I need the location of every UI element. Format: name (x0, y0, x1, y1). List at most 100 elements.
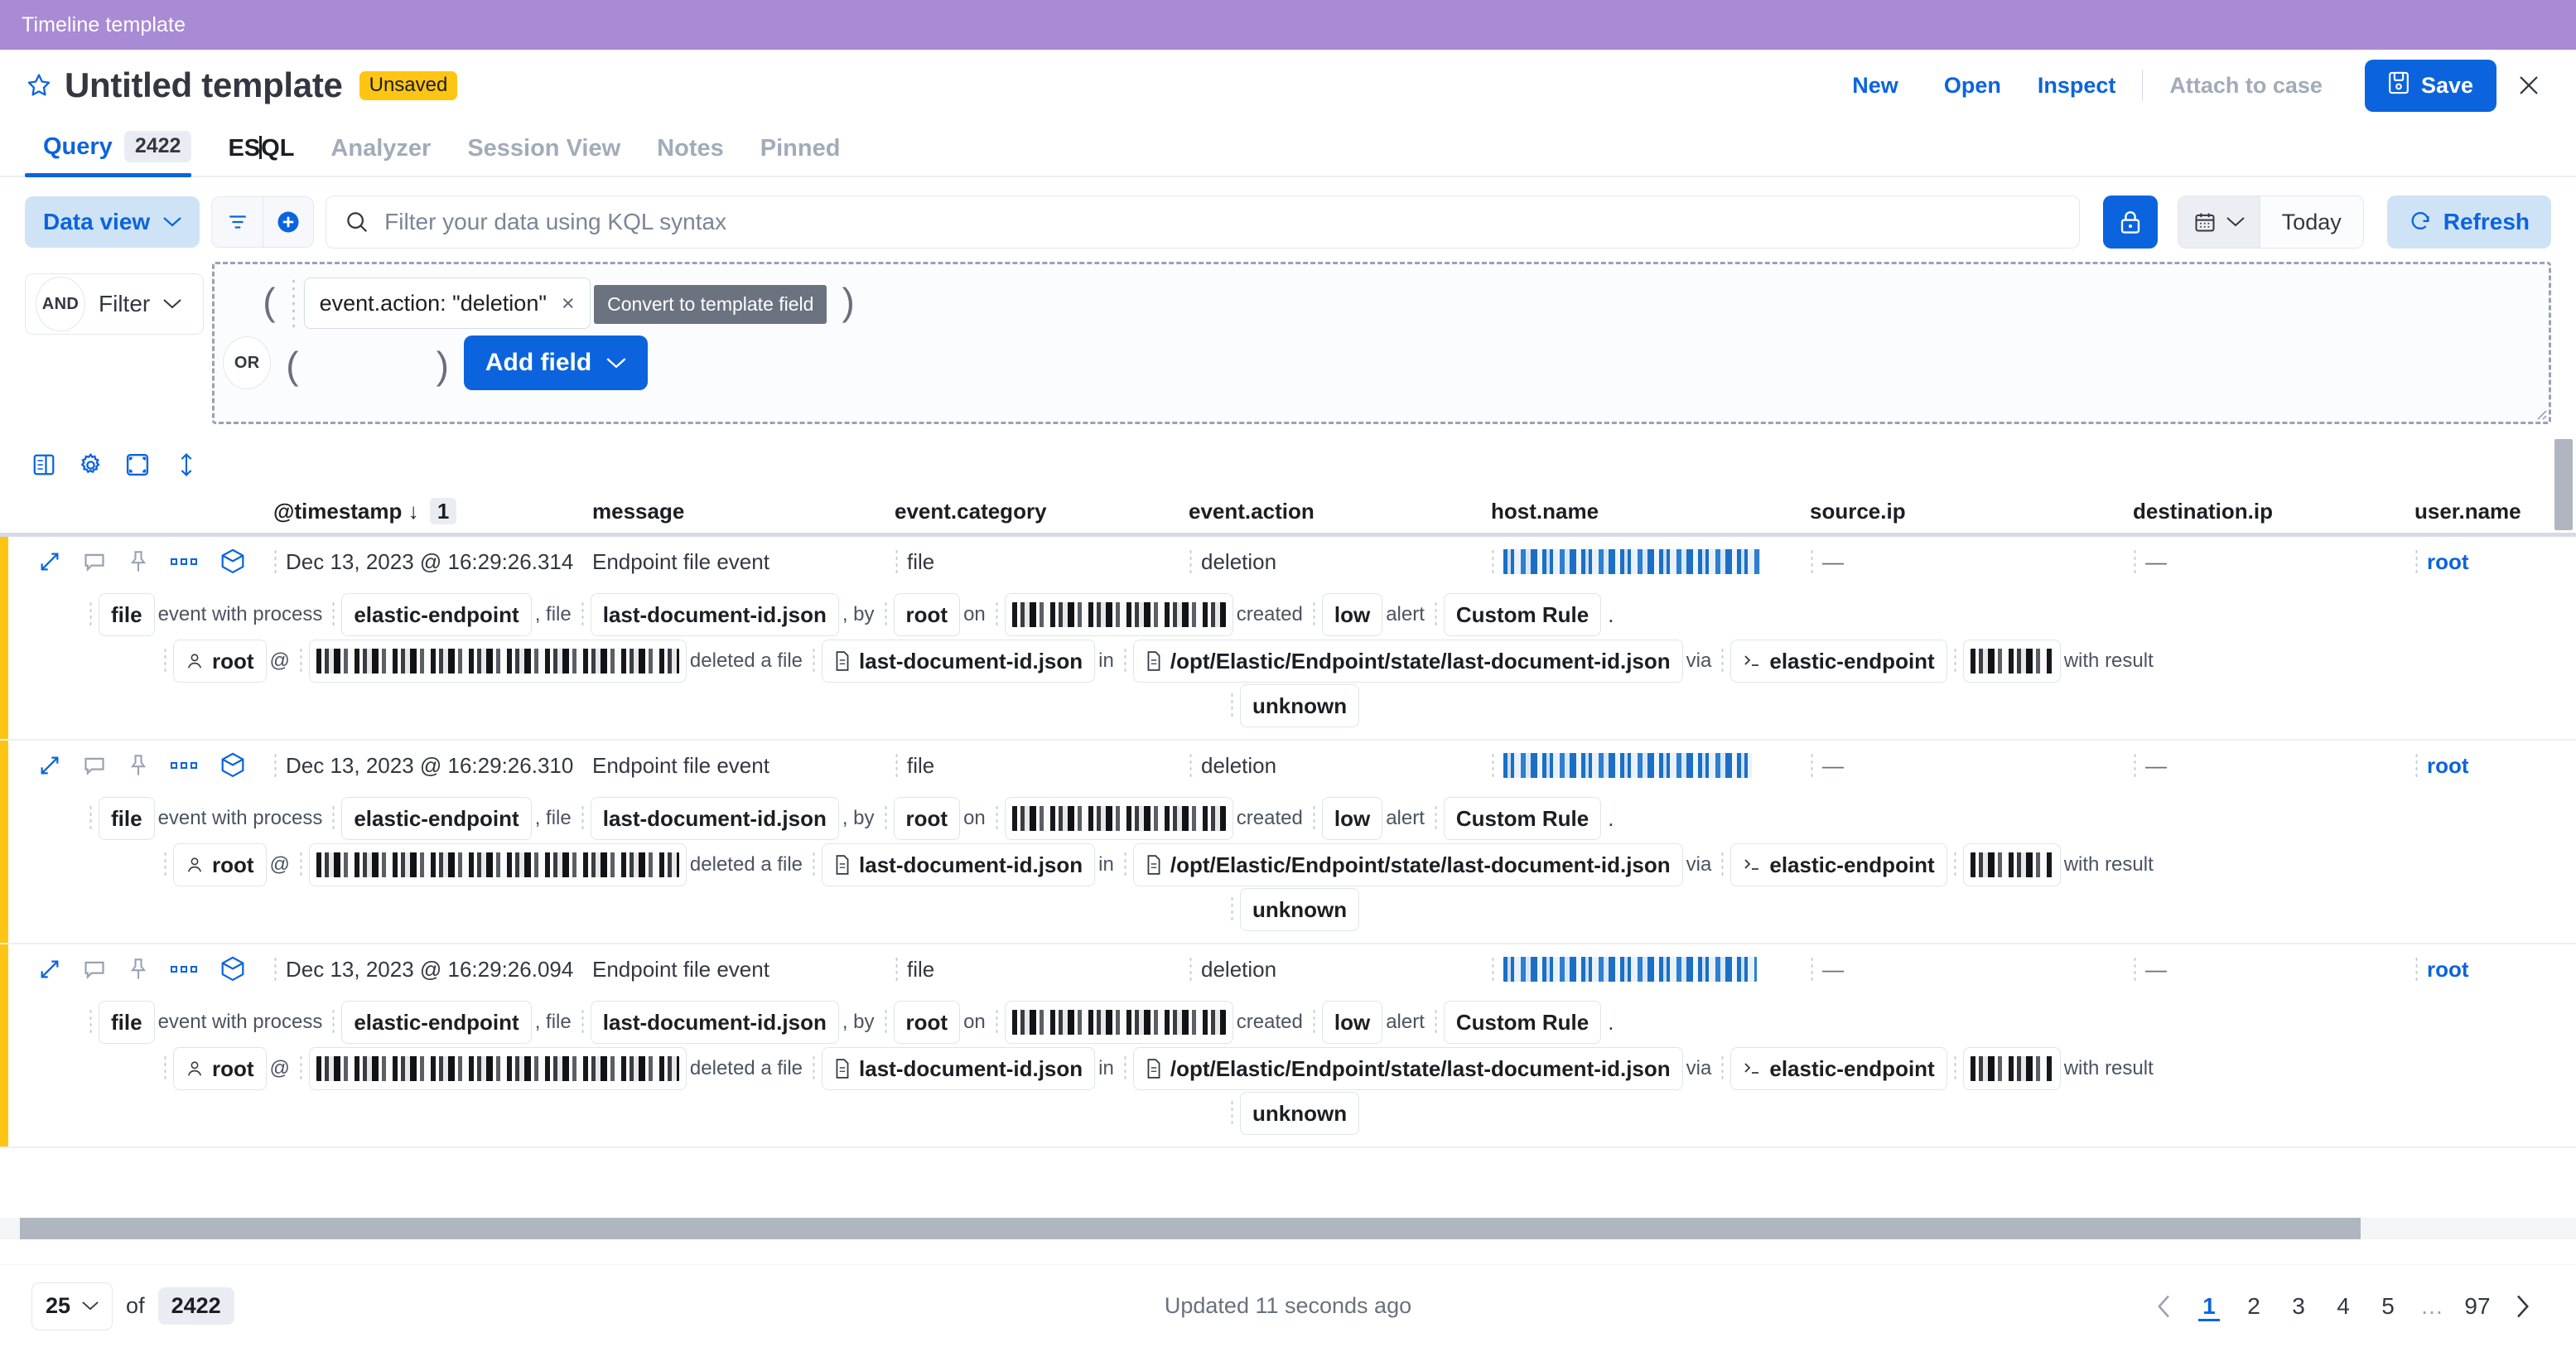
add-note-icon[interactable] (83, 550, 106, 573)
cell-destination-ip[interactable]: — (2133, 956, 2414, 982)
cell-message[interactable]: Endpoint file event (592, 957, 895, 982)
cell-drag-grip[interactable] (2414, 752, 2419, 779)
chip-file[interactable]: last-document-id.json (822, 640, 1096, 683)
cell-message[interactable]: Endpoint file event (592, 753, 895, 779)
chip-user[interactable]: root (173, 1047, 267, 1090)
cell-source-ip[interactable]: — (1810, 548, 2133, 575)
column-header-event-action[interactable]: event.action (1189, 499, 1491, 529)
cell-host-name[interactable] (1491, 956, 1810, 982)
cell-drag-grip[interactable] (1433, 601, 1438, 629)
column-header-source-ip[interactable]: source.ip (1810, 499, 2133, 529)
cell-drag-grip[interactable] (298, 851, 303, 879)
fullscreen-icon[interactable] (125, 452, 150, 477)
pin-event-icon[interactable] (128, 550, 149, 573)
chip-process[interactable]: elastic-endpoint (1730, 1047, 1947, 1090)
search-input[interactable] (384, 209, 2061, 235)
cell-drag-grip[interactable] (1810, 752, 1814, 779)
horizontal-scrollbar-thumb[interactable] (20, 1218, 2361, 1239)
cell-drag-grip[interactable] (883, 601, 888, 629)
page-button-97[interactable]: 97 (2455, 1284, 2500, 1329)
cell-event-action[interactable]: deletion (1189, 956, 1491, 982)
filter-list-button[interactable] (211, 196, 263, 248)
pin-event-icon[interactable] (128, 754, 149, 777)
cell-drag-grip[interactable] (1491, 752, 1495, 779)
chip-process[interactable]: elastic-endpoint (1730, 843, 1947, 886)
add-note-icon[interactable] (83, 958, 106, 981)
cell-drag-grip[interactable] (273, 548, 277, 575)
new-button[interactable]: New (1834, 66, 1926, 105)
resize-handle-icon[interactable] (2532, 405, 2547, 420)
cell-drag-grip[interactable] (1122, 851, 1127, 879)
cell-drag-grip[interactable] (812, 851, 817, 879)
cell-event-category[interactable]: file (895, 956, 1189, 982)
cell-drag-grip[interactable] (994, 601, 999, 629)
chip-process[interactable]: elastic-endpoint (1730, 640, 1947, 683)
cell-drag-grip[interactable] (89, 601, 93, 629)
chip-file-name[interactable]: last-document-id.json (590, 593, 839, 636)
close-button[interactable] (2510, 66, 2548, 104)
open-button[interactable]: Open (1926, 66, 2019, 105)
cell-drag-grip[interactable] (895, 752, 899, 779)
cell-drag-grip[interactable] (273, 956, 277, 982)
cell-source-ip[interactable]: — (1810, 956, 2133, 982)
add-field-button[interactable]: Add field (463, 336, 649, 390)
cell-drag-grip[interactable] (2414, 548, 2419, 575)
chip-rule-name[interactable]: Custom Rule (1443, 797, 1602, 840)
cell-drag-grip[interactable] (994, 1008, 999, 1036)
cell-drag-grip[interactable] (1491, 956, 1495, 982)
cell-drag-grip[interactable] (331, 804, 336, 833)
cell-drag-grip[interactable] (1952, 647, 1957, 675)
chip-host-redacted[interactable] (308, 640, 687, 683)
chip-rule-name[interactable]: Custom Rule (1443, 1001, 1602, 1044)
tab-notes[interactable]: Notes (639, 135, 742, 177)
prev-page-button[interactable] (2142, 1284, 2187, 1329)
chip-user-name[interactable]: root (893, 593, 961, 636)
filter-dropdown[interactable]: AND Filter (25, 273, 205, 335)
chip-file-name[interactable]: last-document-id.json (590, 1001, 839, 1044)
cell-drag-grip[interactable] (1230, 896, 1234, 924)
column-header-timestamp[interactable]: @timestamp ↓ 1 (273, 498, 592, 529)
cell-drag-grip[interactable] (580, 601, 585, 629)
cell-user-name[interactable]: root (2414, 548, 2469, 575)
cell-drag-grip[interactable] (994, 804, 999, 833)
attach-to-case-button[interactable]: Attach to case (2151, 66, 2350, 105)
chip-file-path[interactable]: /opt/Elastic/Endpoint/state/last-documen… (1132, 843, 1683, 886)
cell-event-category[interactable]: file (895, 548, 1189, 575)
chip-event-category[interactable]: file (99, 797, 155, 840)
tab-session-view[interactable]: Session View (449, 135, 639, 177)
chip-event-category[interactable]: file (99, 1001, 155, 1044)
cell-event-category[interactable]: file (895, 752, 1189, 779)
tab-esql[interactable]: ESQL (210, 135, 312, 177)
column-header-user-name[interactable]: user.name (2414, 499, 2521, 529)
cell-drag-grip[interactable] (2133, 956, 2137, 982)
analyzer-cube-icon[interactable] (220, 548, 245, 575)
chip-process-name[interactable]: elastic-endpoint (341, 797, 532, 840)
chip-user-name[interactable]: root (893, 797, 961, 840)
cell-timestamp[interactable]: Dec 13, 2023 @ 16:29:26.310 (273, 752, 592, 779)
chip-file[interactable]: last-document-id.json (822, 1047, 1096, 1090)
chip-result[interactable]: unknown (1240, 1092, 1360, 1135)
cell-drag-grip[interactable] (89, 1008, 93, 1036)
favorite-star-icon[interactable] (25, 71, 53, 99)
page-button-1[interactable]: 1 (2187, 1284, 2231, 1329)
cell-drag-grip[interactable] (163, 647, 167, 675)
cell-drag-grip[interactable] (273, 752, 277, 779)
remove-condition-icon[interactable]: × (562, 291, 575, 316)
chip-process-name[interactable]: elastic-endpoint (341, 1001, 532, 1044)
chip-result[interactable]: unknown (1240, 888, 1360, 931)
columns-icon[interactable] (31, 452, 56, 477)
cell-drag-grip[interactable] (1810, 548, 1814, 575)
inspect-button[interactable]: Inspect (2019, 66, 2135, 105)
column-header-event-category[interactable]: event.category (895, 499, 1189, 529)
analyzer-cube-icon[interactable] (220, 752, 245, 779)
save-button[interactable]: Save (2364, 59, 2496, 112)
cell-event-action[interactable]: deletion (1189, 752, 1491, 779)
cell-drag-grip[interactable] (1122, 1055, 1127, 1083)
kql-search-box[interactable] (326, 196, 2080, 249)
cell-drag-grip[interactable] (883, 1008, 888, 1036)
cell-drag-grip[interactable] (1189, 956, 1193, 982)
cell-drag-grip[interactable] (298, 647, 303, 675)
chip-pid-redacted[interactable] (1962, 640, 2061, 683)
cell-drag-grip[interactable] (331, 1008, 336, 1036)
cell-drag-grip[interactable] (1952, 1055, 1957, 1083)
